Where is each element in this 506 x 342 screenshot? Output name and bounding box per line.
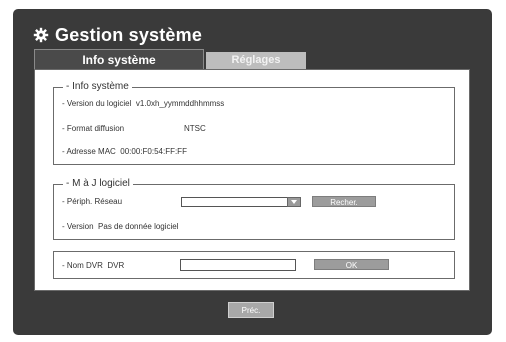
- tab-info-systeme[interactable]: Info système: [34, 49, 204, 69]
- tab-bar: Info système Réglages: [34, 49, 470, 69]
- dvr-name-input[interactable]: [180, 259, 296, 271]
- version-label: Version du logiciel: [66, 99, 132, 108]
- dvr-name-label: Nom DVR: [66, 261, 103, 270]
- periph-select[interactable]: [181, 197, 301, 207]
- dvr-name-row: - Nom DVR DVR: [62, 261, 125, 270]
- dvr-name-prefix: DVR: [107, 261, 125, 270]
- version-value: v1.0xh_yymmddhhmmss: [135, 99, 225, 108]
- window-header: Gestion système: [33, 23, 202, 47]
- maj-legend-text: M à J logiciel: [72, 178, 130, 189]
- periph-row: - Périph. Réseau: [62, 197, 123, 206]
- dvr-name-group: - Nom DVR DVR OK: [53, 251, 455, 279]
- chevron-down-icon[interactable]: [287, 197, 301, 207]
- gear-icon: [33, 27, 49, 43]
- info-systeme-group: - Info système - Version du logiciel v1.…: [53, 80, 455, 165]
- maj-version-row: - Version Pas de donnée logiciel: [62, 222, 179, 231]
- info-systeme-legend-text: Info système: [72, 81, 129, 92]
- info-systeme-legend: - Info système: [63, 80, 132, 94]
- page-title: Gestion système: [55, 24, 203, 45]
- search-button[interactable]: Recher.: [312, 196, 376, 207]
- periph-label: Périph. Réseau: [66, 197, 123, 206]
- prev-button[interactable]: Préc.: [228, 302, 274, 318]
- format-label: Format diffusion: [66, 124, 125, 133]
- maj-version-value: Pas de donnée logiciel: [98, 222, 179, 231]
- maj-logiciel-group: - M à J logiciel - Périph. Réseau Recher…: [53, 177, 455, 240]
- format-row: - Format diffusion: [62, 124, 125, 133]
- mac-value: 00:00:F0:54:FF:FF: [120, 147, 187, 156]
- version-row: - Version du logiciel v1.0xh_yymmddhhmms…: [62, 99, 225, 108]
- tab-reglages[interactable]: Réglages: [206, 52, 306, 69]
- ok-button[interactable]: OK: [314, 259, 389, 270]
- mac-row: - Adresse MAC 00:00:F0:54:FF:FF: [62, 147, 187, 156]
- content-panel: - Info système - Version du logiciel v1.…: [34, 69, 470, 291]
- format-value: NTSC: [184, 124, 206, 133]
- mac-label: Adresse MAC: [66, 147, 116, 156]
- maj-legend: - M à J logiciel: [63, 177, 133, 191]
- maj-version-label: Version: [66, 222, 94, 231]
